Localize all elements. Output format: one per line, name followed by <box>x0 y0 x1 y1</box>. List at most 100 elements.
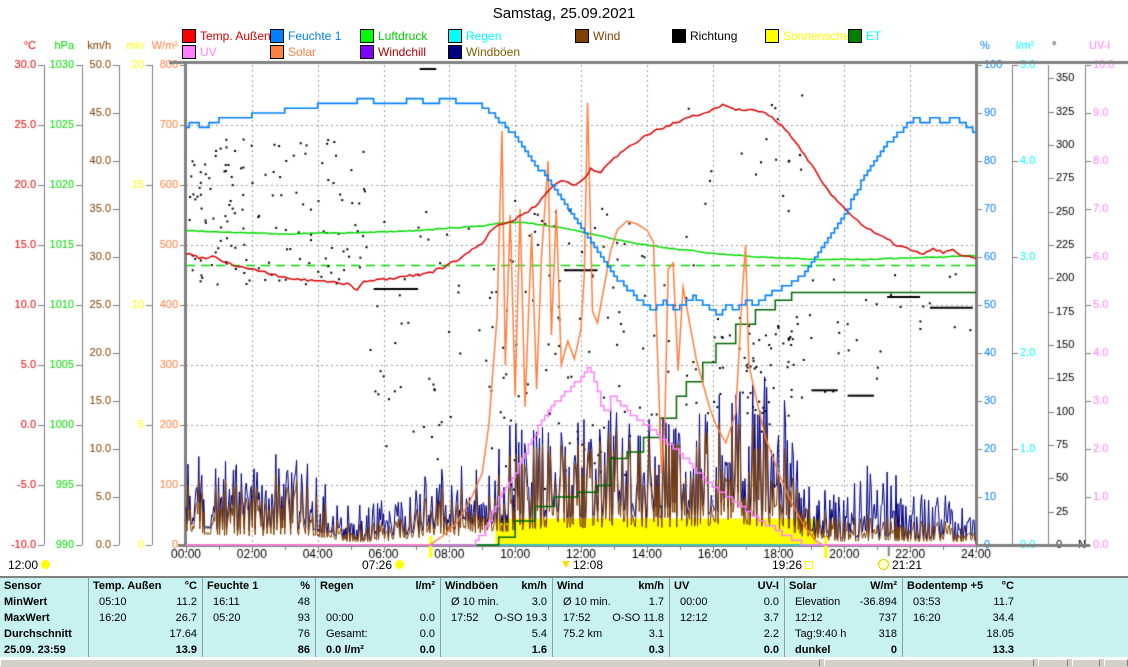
legend-item-richtung: Richtung <box>672 29 737 43</box>
cell-value: 1.6 <box>532 642 547 658</box>
legend-swatch-luftdruck <box>360 29 374 43</box>
legend-label: Windböen <box>466 45 520 59</box>
table-cell: Sensor <box>0 578 88 594</box>
cell-value: 0.0 <box>764 642 779 658</box>
table-cell: Elevation-36.894 <box>785 594 903 610</box>
legend-item-windboeen: Windböen <box>448 45 520 59</box>
cell-time: Ø 10 min. <box>451 594 499 610</box>
legend-swatch-solar <box>270 45 284 59</box>
legend-swatch-regen <box>448 29 462 43</box>
cell-value: 11.2 <box>176 594 197 610</box>
row-label: Sensor <box>4 578 41 594</box>
legend-swatch-sonnenschein <box>765 29 779 43</box>
cell-value: 737 <box>879 610 897 626</box>
arrow-down-icon <box>562 561 570 568</box>
table-cell: 17:52O-SO 11.8 <box>553 610 670 626</box>
marker-sunrise: 07:26 <box>362 558 404 571</box>
legend-item-luftdruck: Luftdruck <box>360 29 427 43</box>
cell-time: 05:20 <box>213 610 241 626</box>
square-outline-icon <box>805 561 813 569</box>
col-unit: km/h <box>521 578 547 594</box>
cell-value: O-SO 11.8 <box>612 610 664 626</box>
col-title: Wind <box>557 578 584 594</box>
table-cell: 76 <box>203 626 316 642</box>
cell-time: Gesamt: <box>326 626 368 642</box>
table-cell: SolarW/m² <box>785 578 903 594</box>
col-unit: % <box>300 578 310 594</box>
cell-value: 0.0 <box>764 594 779 610</box>
cell-time: 17:52 <box>451 610 479 626</box>
sun-blob-icon <box>41 560 50 569</box>
col-unit: W/m² <box>870 578 897 594</box>
table-cell: 03:5311.7 <box>903 594 1020 610</box>
table-cell: 0.0 l/m²0.0 <box>316 642 441 658</box>
status-bar <box>0 659 1128 667</box>
legend-item-regen: Regen <box>448 29 501 43</box>
table-cell: 13.9 <box>89 642 203 658</box>
sun-icon <box>395 560 404 569</box>
legend-label: Richtung <box>690 29 737 43</box>
cell-value: O-SO 19.3 <box>494 610 547 626</box>
cell-time: 05:10 <box>99 594 127 610</box>
cell-time: 00:00 <box>680 594 708 610</box>
table-cell: dunkel0 <box>785 642 903 658</box>
table-cell: Bodentemp +5°C <box>903 578 1020 594</box>
cell-time: 75.2 km <box>563 626 602 642</box>
table-cell: Tag:9:40 h318 <box>785 626 903 642</box>
legend-label: Regen <box>466 29 501 43</box>
table-cell: Ø 10 min.1.7 <box>553 594 670 610</box>
table-cell: 16:2034.4 <box>903 610 1020 626</box>
cell-time: 00:00 <box>326 610 354 626</box>
table-col-Bodentemp +5: Bodentemp +5°C03:5311.716:2034.418.0513.… <box>902 578 1020 657</box>
table-cell: 25.09. 23:59 <box>0 642 88 658</box>
table-col-Windböen: Windböen km/hØ 10 min.3.017:52 O-SO 19.35.… <box>440 578 553 657</box>
marker-dusk-time: 21:21 <box>892 558 922 572</box>
table-cell: 16:1148 <box>203 594 316 610</box>
statusbar-segment <box>1038 659 1068 666</box>
legend-label: Solar <box>288 45 316 59</box>
marker-moon-time-time: 12:00 <box>8 558 38 572</box>
table-cell: 0.3 <box>553 642 670 658</box>
legend-label: Temp. Außen <box>200 29 271 43</box>
weather-chart-canvas <box>0 0 1128 576</box>
table-cell: MinWert <box>0 594 88 610</box>
cell-value: 3.1 <box>649 626 664 642</box>
cell-time: 16:20 <box>913 610 941 626</box>
table-cell: Ø 10 min.3.0 <box>441 594 553 610</box>
col-title: Regen <box>320 578 354 594</box>
cell-value: 17.64 <box>169 626 197 642</box>
cell-time: 16:20 <box>99 610 127 626</box>
statusbar-segment <box>1104 659 1128 666</box>
legend-item-sonnenschein: Sonnenschein <box>765 29 859 43</box>
marker-sunset: 19:26 <box>772 558 813 571</box>
cell-time: 03:53 <box>913 594 941 610</box>
page-title: Samstag, 25.09.2021 <box>0 5 1128 22</box>
marker-sunrise-time: 07:26 <box>362 558 392 572</box>
col-title: Feuchte 1 <box>207 578 258 594</box>
row-label: Durchschnitt <box>4 626 72 642</box>
legend-swatch-windboeen <box>448 45 462 59</box>
table-cell: Gesamt:0.0 <box>316 626 441 642</box>
cell-time: dunkel <box>795 642 830 658</box>
col-unit: °C <box>185 578 197 594</box>
table-cell: Temp. Außen°C <box>89 578 203 594</box>
col-unit: UV-I <box>758 578 779 594</box>
table-cell: 12:12737 <box>785 610 903 626</box>
legend-label: UV <box>200 45 217 59</box>
cell-value: 5.4 <box>532 626 547 642</box>
marker-solar-noon-time: 12:08 <box>573 558 603 572</box>
cell-value: 86 <box>298 642 310 658</box>
legend-label: ET <box>866 29 881 43</box>
table-col-Wind: Windkm/hØ 10 min.1.717:52O-SO 11.875.2 k… <box>552 578 670 657</box>
cell-value: 2.2 <box>764 626 779 642</box>
legend-swatch-wind <box>575 29 589 43</box>
row-label: MinWert <box>4 594 47 610</box>
table-col-Solar: SolarW/m²Elevation-36.89412:12737Tag:9:4… <box>784 578 903 657</box>
legend-swatch-windchill <box>360 45 374 59</box>
cell-value: 76 <box>298 626 310 642</box>
col-title: Windböen <box>445 578 498 594</box>
table-col-Regen: Regenl/m²00:000.0Gesamt:0.00.0 l/m²0.0 <box>315 578 441 657</box>
cell-value: 48 <box>298 594 310 610</box>
cell-time: 12:12 <box>680 610 708 626</box>
table-cell: UVUV-I <box>670 578 785 594</box>
